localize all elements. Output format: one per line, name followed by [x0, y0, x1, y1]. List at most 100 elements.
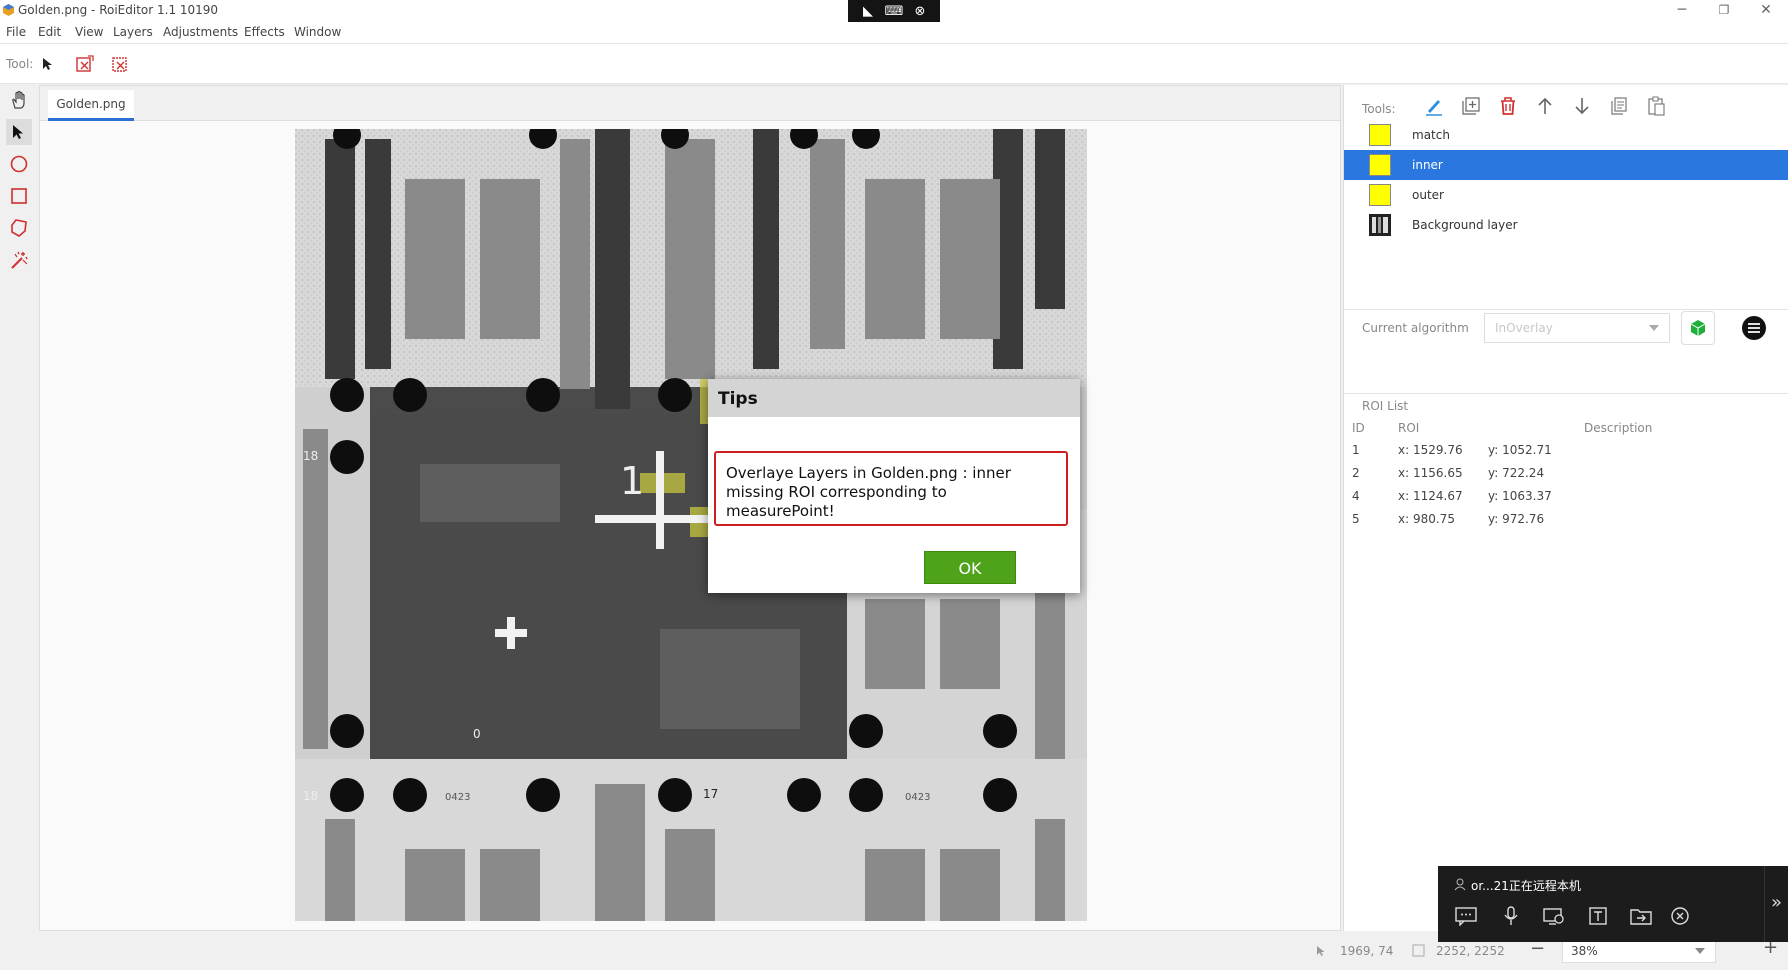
roi-row[interactable]: 1 x: 1529.76 y: 1052.71: [1344, 439, 1788, 461]
roi-row[interactable]: 4 x: 1124.67 y: 1063.37: [1344, 485, 1788, 507]
divider: [1344, 393, 1788, 394]
current-tool-pointer-icon: [43, 58, 52, 70]
marking-label-2: 0423: [905, 792, 931, 803]
layer-name: match: [1412, 128, 1450, 142]
document-area: Golden.png 1 18 18 17 0 0423 0423: [39, 85, 1341, 931]
menu-file[interactable]: File: [6, 25, 26, 39]
cursor-position-icon: [1317, 946, 1325, 956]
roi-list-title: ROI List: [1362, 399, 1409, 413]
paste-layer-button[interactable]: [1641, 91, 1671, 121]
roi-id: 4: [1352, 489, 1360, 503]
polygon-tool[interactable]: [6, 215, 32, 241]
zoom-value: 38%: [1571, 944, 1598, 958]
tips-dialog: Tips Overlaye Layers in Golden.png : inn…: [708, 379, 1080, 593]
roi-id: 2: [1352, 466, 1360, 480]
chevron-down-icon: [1695, 948, 1705, 954]
remote-expand-button[interactable]: »: [1764, 866, 1788, 942]
roi-row[interactable]: 5 x: 980.75 y: 972.76: [1344, 508, 1788, 530]
user-icon: [1454, 878, 1466, 891]
zoom-select[interactable]: 38%: [1562, 939, 1716, 963]
paste-icon: [1648, 96, 1665, 116]
roi-x: x: 1156.65: [1398, 466, 1463, 480]
remote-close-icon[interactable]: ⊗: [910, 4, 930, 22]
roi-row[interactable]: 2 x: 1156.65 y: 722.24: [1344, 462, 1788, 484]
tab-golden-png[interactable]: Golden.png: [48, 90, 134, 121]
right-panel: Tools: match inner outer Background laye…: [1343, 85, 1788, 931]
roi-header-roi: ROI: [1398, 421, 1420, 435]
rectangle-icon: [11, 188, 27, 204]
image-size: 2252, 2252: [1436, 944, 1505, 958]
magic-wand-icon: [11, 251, 28, 269]
left-tool-palette: [0, 85, 38, 931]
tab-strip: Golden.png: [40, 86, 1340, 121]
menu-effects[interactable]: Effects: [244, 25, 285, 39]
folder-transfer-icon: [1630, 909, 1652, 925]
background-thumbnail-icon: [1369, 214, 1391, 236]
remote-control-button[interactable]: [1541, 904, 1567, 928]
move-layer-down-button[interactable]: [1567, 91, 1597, 121]
arrow-up-icon: [1538, 97, 1552, 114]
copy-layer-button[interactable]: [1604, 91, 1634, 121]
remote-text-button[interactable]: [1585, 904, 1611, 928]
roi-y: y: 1052.71: [1488, 443, 1552, 457]
roi-id: 1: [1352, 443, 1360, 457]
roi-y: y: 1063.37: [1488, 489, 1552, 503]
disconnect-icon: [1671, 907, 1689, 925]
menu-adjustments[interactable]: Adjustments: [163, 25, 238, 39]
menu-view[interactable]: View: [75, 25, 103, 39]
menu-bar: File Edit View Layers Adjustments Effect…: [0, 22, 1788, 44]
keyboard-icon[interactable]: ⌨: [884, 4, 904, 22]
circle-tool[interactable]: [6, 151, 32, 177]
layer-item-inner[interactable]: inner: [1344, 150, 1788, 180]
layer-item-outer[interactable]: outer: [1344, 180, 1788, 210]
rectangle-tool[interactable]: [6, 183, 32, 209]
cube-icon: [1690, 320, 1706, 336]
layer-item-background[interactable]: Background layer: [1344, 210, 1788, 240]
trash-icon: [1501, 97, 1515, 115]
roi-y: y: 972.76: [1488, 512, 1545, 526]
run-algorithm-button[interactable]: [1681, 311, 1715, 345]
pin-label-0: 0: [473, 727, 481, 741]
magic-wand-tool[interactable]: [6, 247, 32, 273]
menu-edit[interactable]: Edit: [38, 25, 61, 39]
cursor-position: 1969, 74: [1340, 944, 1394, 958]
algorithm-settings-button[interactable]: [1740, 314, 1768, 342]
settings-list-icon: [1742, 316, 1766, 340]
remote-disconnect-button[interactable]: [1667, 904, 1693, 928]
menu-window[interactable]: Window: [294, 25, 341, 39]
circle-icon: [10, 155, 28, 173]
roi-x: x: 1529.76: [1398, 443, 1463, 457]
roi-id: 5: [1352, 512, 1360, 526]
layer-color-swatch: [1369, 154, 1391, 176]
ok-button[interactable]: OK: [924, 551, 1016, 584]
maximize-button[interactable]: ❐: [1704, 0, 1744, 22]
roi-y: y: 722.24: [1488, 466, 1545, 480]
remote-mic-button[interactable]: [1498, 904, 1524, 928]
delete-roi-icon[interactable]: [112, 55, 130, 73]
algorithm-select[interactable]: InOverlay: [1484, 313, 1670, 343]
menu-layers[interactable]: Layers: [113, 25, 153, 39]
clear-selection-icon[interactable]: [76, 55, 94, 73]
layer-item-match[interactable]: match: [1344, 120, 1788, 150]
minimize-button[interactable]: ─: [1662, 0, 1702, 22]
dialog-title: Tips: [708, 379, 1080, 417]
layer-name: Background layer: [1412, 218, 1518, 232]
remote-chat-button[interactable]: [1453, 904, 1479, 928]
edit-layer-button[interactable]: [1419, 91, 1449, 121]
remote-file-button[interactable]: [1628, 904, 1654, 928]
expand-icon: »: [1771, 892, 1783, 913]
chat-icon: [1455, 907, 1477, 926]
remote-control-icon: [1543, 908, 1564, 925]
move-layer-up-button[interactable]: [1530, 91, 1560, 121]
close-window-button[interactable]: ✕: [1746, 0, 1786, 22]
add-layer-button[interactable]: [1456, 91, 1486, 121]
layer-color-swatch: [1369, 124, 1391, 146]
delete-layer-button[interactable]: [1493, 91, 1523, 121]
remote-assistance-panel: or...21正在远程本机 »: [1438, 866, 1788, 942]
remote-pointer-icon[interactable]: ◣: [858, 4, 878, 22]
select-tool[interactable]: [6, 119, 32, 145]
pin-label-18a: 18: [303, 449, 319, 463]
divider: [1344, 309, 1788, 310]
pan-tool[interactable]: [6, 87, 32, 113]
layer-color-swatch: [1369, 184, 1391, 206]
